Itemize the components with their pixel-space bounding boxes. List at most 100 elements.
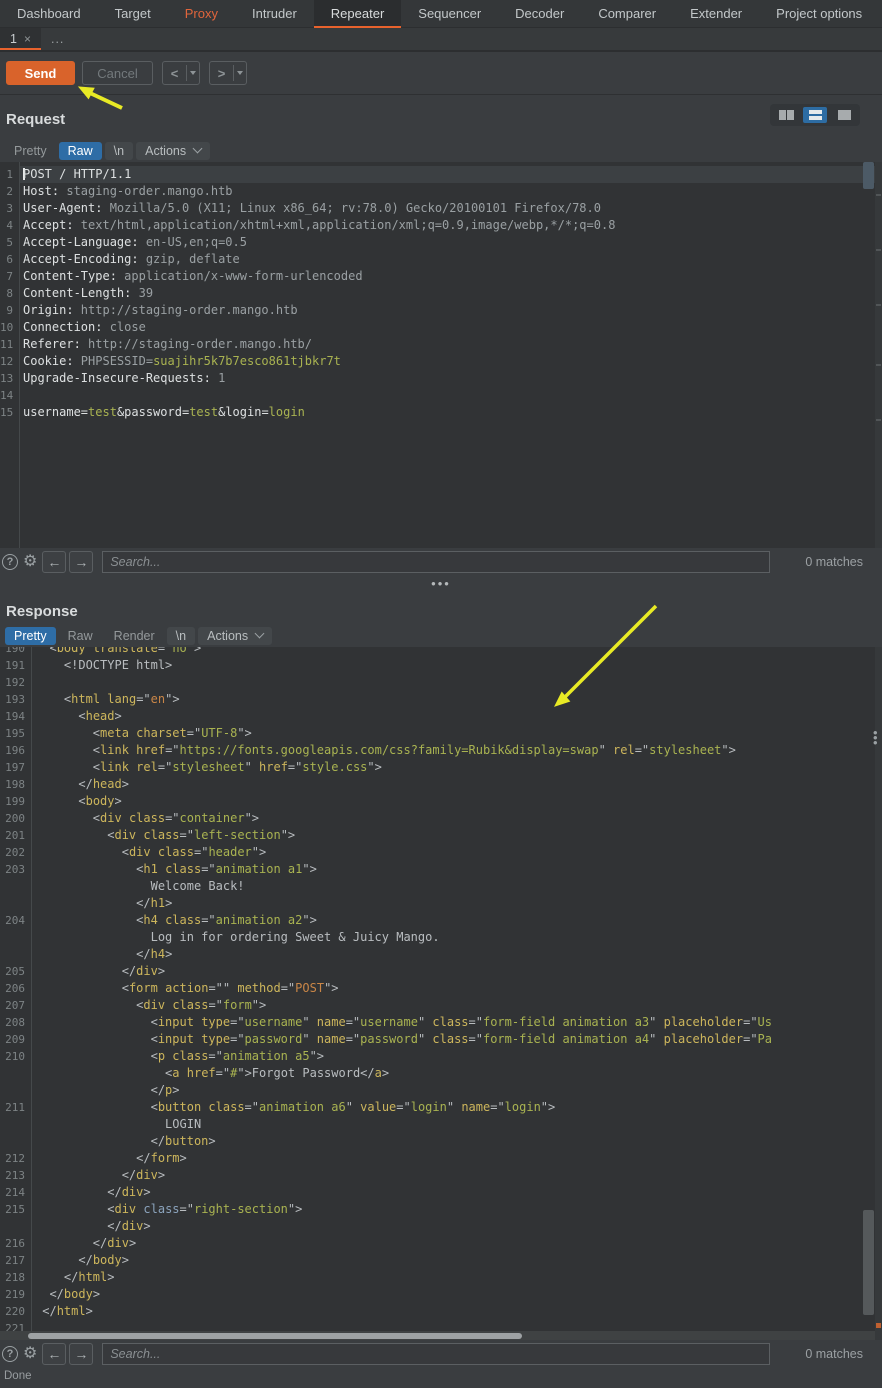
side-splitter-handle-icon[interactable]: ••• xyxy=(873,730,879,745)
request-tab-newline[interactable]: \n xyxy=(105,142,133,160)
code-line: 210 <p class="animation a5"> xyxy=(0,1048,882,1065)
send-button[interactable]: Send xyxy=(6,61,75,85)
menu-item-extender[interactable]: Extender xyxy=(673,0,759,28)
gear-icon[interactable]: ⚙ xyxy=(23,1346,37,1362)
line-number: 193 xyxy=(0,691,31,708)
line-number xyxy=(0,1065,31,1082)
line-content: </html> xyxy=(31,1303,882,1320)
panel-splitter[interactable]: ••• xyxy=(0,576,882,596)
line-number: 212 xyxy=(0,1150,31,1167)
response-scrollbar-thumb[interactable] xyxy=(863,1210,874,1315)
request-editor[interactable]: 1POST / HTTP/1.12Host: staging-order.man… xyxy=(0,162,882,548)
line-content: </body> xyxy=(31,1286,882,1303)
line-content: <body> xyxy=(31,793,882,810)
help-icon[interactable]: ? xyxy=(2,1346,18,1362)
line-content: </head> xyxy=(31,776,882,793)
line-number xyxy=(0,1218,31,1235)
code-line: 9Origin: http://staging-order.mango.htb xyxy=(0,302,882,319)
response-tab-actions[interactable]: Actions xyxy=(198,627,272,645)
gutter-separator xyxy=(19,162,20,548)
line-content: <input type="username" name="username" c… xyxy=(31,1014,882,1031)
horizontal-scrollbar-thumb[interactable] xyxy=(28,1333,522,1339)
request-tab-raw[interactable]: Raw xyxy=(59,142,102,160)
tab-label: Raw xyxy=(68,629,93,643)
search-prev-button[interactable]: ← xyxy=(42,551,66,573)
menu-item-decoder[interactable]: Decoder xyxy=(498,0,581,28)
tab-label: 1 xyxy=(10,32,17,46)
menu-item-repeater[interactable]: Repeater xyxy=(314,0,401,28)
repeater-tab-more[interactable]: ... xyxy=(41,28,74,50)
line-number: 192 xyxy=(0,674,31,691)
line-content: Accept-Language: en-US,en;q=0.5 xyxy=(19,234,882,251)
line-number: 196 xyxy=(0,742,31,759)
menu-item-sequencer[interactable]: Sequencer xyxy=(401,0,498,28)
response-marker-strip xyxy=(875,647,882,1340)
code-line: 200 <div class="container"> xyxy=(0,810,882,827)
back-button[interactable]: < xyxy=(162,61,200,85)
request-view-tabs: Pretty Raw\nActions xyxy=(0,139,882,162)
gear-icon[interactable]: ⚙ xyxy=(23,554,37,570)
forward-dropdown-icon[interactable] xyxy=(234,71,246,75)
single-pane-icon xyxy=(838,110,851,120)
repeater-tab-1[interactable]: 1× xyxy=(0,28,41,50)
search-next-button[interactable]: → xyxy=(69,551,93,573)
menu-item-target[interactable]: Target xyxy=(98,0,168,28)
request-tab-pretty[interactable]: Pretty xyxy=(5,142,56,160)
tab-label: Pretty xyxy=(14,144,47,158)
code-line: 214 </div> xyxy=(0,1184,882,1201)
code-line: 219 </body> xyxy=(0,1286,882,1303)
menu-item-project-options[interactable]: Project options xyxy=(759,0,879,28)
code-line: 202 <div class="header"> xyxy=(0,844,882,861)
response-tab-newline[interactable]: \n xyxy=(167,627,195,645)
line-number: 206 xyxy=(0,980,31,997)
line-number: 200 xyxy=(0,810,31,827)
chevron-down-icon xyxy=(255,629,265,639)
response-tab-render[interactable]: Render xyxy=(105,627,164,645)
layout-columns-button[interactable] xyxy=(774,107,798,123)
line-content: </body> xyxy=(31,1252,882,1269)
request-title: Request xyxy=(0,95,882,128)
request-search-input[interactable] xyxy=(102,551,770,573)
forward-arrow-icon: > xyxy=(210,66,233,81)
response-editor[interactable]: 190 <body translate="no">191 <!DOCTYPE h… xyxy=(0,647,882,1340)
code-line: 205 </div> xyxy=(0,963,882,980)
tab-close-icon[interactable]: × xyxy=(24,32,31,46)
line-number: 218 xyxy=(0,1269,31,1286)
back-dropdown-icon[interactable] xyxy=(187,71,199,75)
menu-item-dashboard[interactable]: Dashboard xyxy=(0,0,98,28)
line-content: <!DOCTYPE html> xyxy=(31,657,882,674)
line-content: </html> xyxy=(31,1269,882,1286)
code-line: 5Accept-Language: en-US,en;q=0.5 xyxy=(0,234,882,251)
request-tab-actions[interactable]: Actions xyxy=(136,142,210,160)
splitter-handle-icon[interactable]: ••• xyxy=(431,576,451,591)
code-line: 218 </html> xyxy=(0,1269,882,1286)
request-scrollbar-thumb[interactable] xyxy=(863,162,874,189)
menu-item-proxy[interactable]: Proxy xyxy=(168,0,235,28)
response-horizontal-scrollbar[interactable] xyxy=(0,1331,875,1340)
line-number: 1 xyxy=(0,166,19,183)
tab-label: ... xyxy=(51,32,64,46)
code-line: 217 </body> xyxy=(0,1252,882,1269)
line-number: 195 xyxy=(0,725,31,742)
line-number xyxy=(0,878,31,895)
help-icon[interactable]: ? xyxy=(2,554,18,570)
code-line: 204 <h4 class="animation a2"> xyxy=(0,912,882,929)
line-content: <h1 class="animation a1"> xyxy=(31,861,882,878)
response-tab-pretty[interactable]: Pretty xyxy=(5,627,56,645)
forward-button[interactable]: > xyxy=(209,61,247,85)
search-prev-button[interactable]: ← xyxy=(42,1343,66,1365)
line-content: </div> xyxy=(31,963,882,980)
search-next-button[interactable]: → xyxy=(69,1343,93,1365)
layout-single-button[interactable] xyxy=(832,107,856,123)
line-number: 190 xyxy=(0,647,31,657)
layout-rows-button[interactable] xyxy=(803,107,827,123)
menu-item-intruder[interactable]: Intruder xyxy=(235,0,314,28)
code-line: 198 </head> xyxy=(0,776,882,793)
code-line: 215 <div class="right-section"> xyxy=(0,1201,882,1218)
menu-item-comparer[interactable]: Comparer xyxy=(581,0,673,28)
code-line: 195 <meta charset="UTF-8"> xyxy=(0,725,882,742)
cancel-button[interactable]: Cancel xyxy=(82,61,153,85)
code-line: 208 <input type="username" name="usernam… xyxy=(0,1014,882,1031)
response-search-input[interactable] xyxy=(102,1343,770,1365)
response-tab-raw[interactable]: Raw xyxy=(59,627,102,645)
